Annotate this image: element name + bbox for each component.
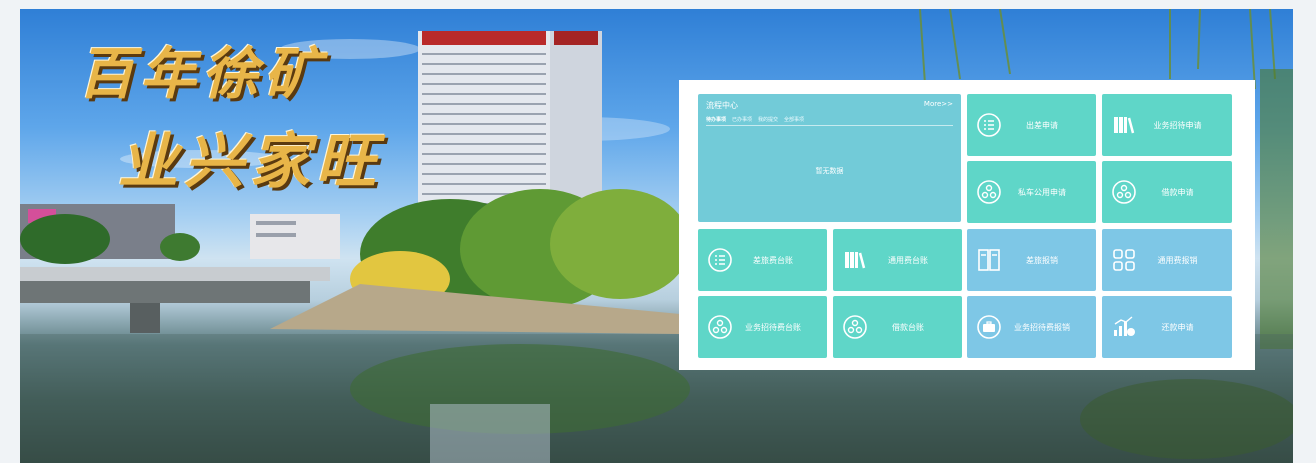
tile-travel-ledger[interactable]: 差旅费台账 (698, 229, 827, 291)
tab-all[interactable]: 全部事项 (784, 116, 804, 123)
list-icon (708, 248, 732, 272)
tile-entertainment-reimbursement[interactable]: 业务招待费报销 (967, 296, 1096, 358)
tile-travel-request[interactable]: 出差申请 (967, 94, 1096, 156)
people-icon (1112, 180, 1136, 204)
tile-label: 通用费报销 (1157, 255, 1198, 265)
tile-general-reimbursement[interactable]: 通用费报销 (1102, 229, 1232, 291)
workflow-center-card: 流程中心 More>> 待办事项 已办事项 我的提交 全部事项 暂无数据 (698, 94, 961, 222)
binders-icon (978, 249, 1000, 271)
grid-icon (1113, 249, 1135, 271)
slogan-line-2: 业兴家旺 (118, 127, 382, 197)
books-icon (845, 252, 866, 269)
tile-travel-reimbursement[interactable]: 差旅报销 (967, 229, 1096, 291)
portal-panel: 流程中心 More>> 待办事项 已办事项 我的提交 全部事项 暂无数据 出差申… (679, 80, 1255, 370)
people-icon (843, 315, 867, 339)
list-icon (977, 113, 1001, 137)
people-icon (708, 315, 732, 339)
tile-label: 差旅报销 (1026, 255, 1058, 265)
tile-label: 业务招待申请 (1153, 120, 1202, 130)
tile-label: 业务招待费报销 (1014, 322, 1070, 332)
tile-loan-request[interactable]: 借款申请 (1102, 161, 1232, 223)
tile-repayment-request[interactable]: 还款申请 (1102, 296, 1232, 358)
tile-label: 私车公用申请 (1018, 187, 1066, 197)
people-icon (977, 180, 1001, 204)
tab-done[interactable]: 已办事项 (732, 116, 752, 123)
tile-label: 借款台账 (892, 322, 924, 332)
tile-label: 业务招待费台账 (745, 322, 801, 332)
tile-entertainment-ledger[interactable]: 业务招待费台账 (698, 296, 827, 358)
tile-private-car-request[interactable]: 私车公用申请 (967, 161, 1096, 223)
tile-entertainment-request[interactable]: 业务招待申请 (1102, 94, 1232, 156)
chart-icon (1114, 316, 1135, 336)
tile-label: 通用费台账 (888, 255, 928, 265)
tile-label: 出差申请 (1026, 120, 1058, 130)
empty-state-text: 暂无数据 (815, 167, 844, 175)
workflow-tabs: 待办事项 已办事项 我的提交 全部事项 (706, 116, 953, 126)
tab-submitted[interactable]: 我的提交 (758, 116, 778, 123)
books-icon (1114, 117, 1135, 134)
tab-todo[interactable]: 待办事项 (706, 116, 726, 123)
tile-label: 差旅费台账 (753, 255, 793, 265)
tile-label: 还款申请 (1161, 322, 1194, 332)
workflow-title: 流程中心 (706, 101, 738, 110)
slogan-line-1: 百年徐矿 (78, 41, 326, 107)
tile-label: 借款申请 (1161, 187, 1194, 197)
tile-general-ledger[interactable]: 通用费台账 (833, 229, 962, 291)
briefcase-icon (977, 315, 1001, 339)
tile-loan-ledger[interactable]: 借款台账 (833, 296, 962, 358)
more-link[interactable]: More>> (924, 100, 953, 108)
